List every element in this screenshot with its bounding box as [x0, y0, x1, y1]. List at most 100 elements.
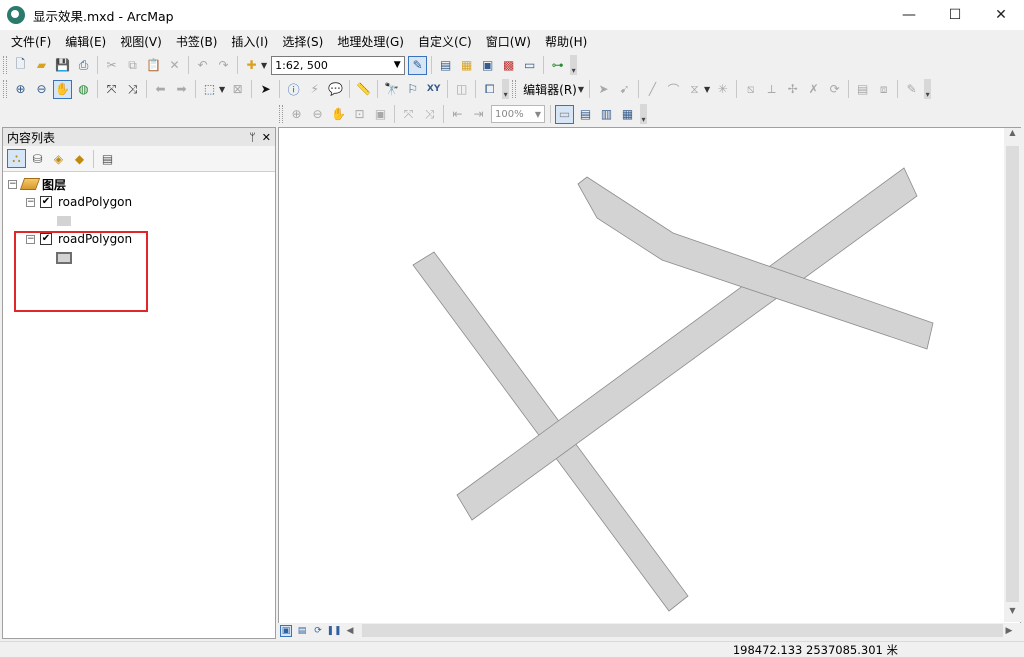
create-viewer-window-icon[interactable]: ⧠ [480, 80, 499, 99]
straight-segment-icon[interactable]: ╱ [643, 80, 662, 99]
identify-icon[interactable]: ⓘ [284, 80, 303, 99]
layout-zoom-out-icon[interactable]: ⊖ [308, 105, 327, 124]
list-by-source-icon[interactable]: ⛁ [28, 149, 47, 168]
undo-icon[interactable]: ↶ [193, 56, 212, 75]
previous-extent-icon[interactable]: ⇤ [448, 105, 467, 124]
search-window-icon[interactable]: ▣ [478, 56, 497, 75]
forward-arrow-icon[interactable]: ➡ [172, 80, 191, 99]
change-layout-icon[interactable]: ▥ [597, 105, 616, 124]
toolbar-options-chevron-icon[interactable]: ▾ [502, 79, 510, 99]
full-extent-globe-icon[interactable]: ◍ [74, 80, 93, 99]
fixed-zoom-in-icon[interactable]: ⤧ [102, 80, 121, 99]
menu-insert[interactable]: 插入(I) [224, 33, 275, 50]
find-route-icon[interactable]: ⚐ [403, 80, 422, 99]
pause-drawing-icon[interactable]: ❚❚ [326, 625, 341, 637]
menu-windows[interactable]: 窗口(W) [479, 33, 538, 50]
scroll-left-icon[interactable]: ◀ [344, 625, 356, 637]
attributes-icon[interactable]: ▤ [853, 80, 872, 99]
fixed-zoom-out-layout-icon[interactable]: ⤨ [420, 105, 439, 124]
toolbar-options-chevron-icon[interactable]: ▾ [570, 55, 578, 75]
chevron-down-icon[interactable]: ▼ [704, 85, 710, 94]
layer-visibility-checkbox[interactable]: ✔ [40, 196, 52, 208]
editor-menu-button[interactable]: 编辑器(R) [523, 81, 577, 98]
paste-icon[interactable]: 📋 [144, 56, 163, 75]
add-data-icon[interactable]: ✚ [242, 56, 261, 75]
horizontal-scroll-track[interactable] [362, 624, 1003, 637]
print-icon[interactable]: ⎙ [74, 56, 93, 75]
chevron-down-icon[interactable]: ▼ [390, 60, 404, 70]
zoom-100-percent-icon[interactable]: ▣ [371, 105, 390, 124]
fixed-zoom-out-icon[interactable]: ⤨ [123, 80, 142, 99]
python-window-icon[interactable]: ▭ [520, 56, 539, 75]
select-features-icon[interactable]: ⬚ [200, 80, 219, 99]
hyperlink-icon[interactable]: ⚡ [305, 80, 324, 99]
layout-zoom-in-icon[interactable]: ⊕ [287, 105, 306, 124]
scroll-right-icon[interactable]: ▶ [1003, 625, 1015, 637]
edit-annotation-icon[interactable]: ➹ [615, 80, 634, 99]
data-view-icon[interactable]: ▣ [280, 624, 292, 637]
layout-zoom-percent-combobox[interactable]: 100% ▼ [491, 105, 545, 123]
scroll-down-icon[interactable]: ▼ [1004, 606, 1021, 622]
time-slider-icon[interactable]: ◫ [452, 80, 471, 99]
chevron-down-icon[interactable]: ▼ [261, 61, 267, 70]
go-to-xy-icon[interactable]: XY [424, 80, 443, 99]
toc-options-icon[interactable]: ▤ [98, 149, 117, 168]
arc-segment-icon[interactable]: ⌒ [664, 80, 683, 99]
menu-bookmarks[interactable]: 书签(B) [169, 33, 225, 50]
construction-tools-icon[interactable]: ⧖ [685, 80, 704, 99]
refresh-icon[interactable]: ⟳ [312, 625, 324, 637]
vertex-edit-icon[interactable]: ✳ [713, 80, 732, 99]
editor-toolbar-icon[interactable]: ✎ [408, 55, 428, 75]
map-vertical-scrollbar[interactable]: ▲ ▼ [1004, 128, 1021, 622]
scroll-up-icon[interactable]: ▲ [1004, 128, 1021, 144]
measure-icon[interactable]: 📏 [354, 80, 373, 99]
toolbar-options-chevron-icon[interactable]: ▾ [924, 79, 932, 99]
minimize-button[interactable]: — [886, 0, 932, 30]
reshape-feature-icon[interactable]: ⟂ [762, 80, 781, 99]
menu-selection[interactable]: 选择(S) [275, 33, 330, 50]
copy-icon[interactable]: ⧉ [123, 56, 142, 75]
chevron-down-icon[interactable]: ▼ [578, 85, 584, 94]
list-by-drawing-order-icon[interactable]: ⛬ [7, 149, 26, 168]
layer-symbol-swatch[interactable] [57, 216, 71, 226]
table-of-contents-icon[interactable]: ▤ [436, 56, 455, 75]
menu-help[interactable]: 帮助(H) [538, 33, 594, 50]
menu-customize[interactable]: 自定义(C) [411, 33, 479, 50]
delete-icon[interactable]: ✕ [165, 56, 184, 75]
map-scale-combobox[interactable]: 1:62, 500 ▼ [271, 55, 406, 75]
open-folder-icon[interactable]: ▰ [32, 56, 51, 75]
toolbar-grip[interactable] [279, 105, 283, 123]
menu-geoprocessing[interactable]: 地理处理(G) [330, 33, 411, 50]
toolbar-grip[interactable] [512, 80, 517, 98]
pan-hand-icon[interactable]: ✋ [53, 79, 72, 99]
model-builder-icon[interactable]: ⊶ [548, 56, 567, 75]
scrollbar-thumb[interactable] [1006, 146, 1019, 602]
zoom-whole-page-icon[interactable]: ⊡ [350, 105, 369, 124]
chevron-down-icon[interactable]: ▼ [219, 85, 225, 94]
road-polygon[interactable] [456, 167, 918, 521]
create-features-icon[interactable]: ✎ [902, 80, 921, 99]
html-popup-icon[interactable]: 💬 [326, 80, 345, 99]
arctoolbox-icon[interactable]: ▩ [499, 56, 518, 75]
menu-file[interactable]: 文件(F) [4, 33, 58, 50]
cut-polygons-icon[interactable]: ✢ [783, 80, 802, 99]
menu-edit[interactable]: 编辑(E) [58, 33, 113, 50]
toolbar-grip[interactable] [3, 56, 7, 74]
map-view[interactable] [278, 127, 1021, 624]
collapse-icon[interactable]: − [8, 179, 17, 189]
menu-view[interactable]: 视图(V) [113, 33, 169, 50]
edit-tool-icon[interactable]: ➤ [594, 80, 613, 99]
clear-selection-icon[interactable]: ⊠ [228, 80, 247, 99]
layer-name[interactable]: roadPolygon [58, 195, 132, 209]
edit-vertices-icon[interactable]: ⧅ [741, 80, 760, 99]
layer-row[interactable]: − ✔ roadPolygon [26, 193, 132, 211]
fixed-zoom-in-layout-icon[interactable]: ⤧ [399, 105, 418, 124]
chevron-down-icon[interactable]: ▼ [535, 110, 544, 119]
new-document-icon[interactable]: 🗋 [11, 56, 30, 75]
toolbar-options-chevron-icon[interactable]: ▾ [640, 104, 647, 124]
toolbar-grip[interactable] [3, 80, 7, 98]
pin-icon[interactable]: ᛘ [249, 131, 256, 144]
zoom-out-icon[interactable]: ⊖ [32, 80, 51, 99]
focus-data-frame-icon[interactable]: ▤ [576, 105, 595, 124]
cut-icon[interactable]: ✂ [102, 56, 121, 75]
